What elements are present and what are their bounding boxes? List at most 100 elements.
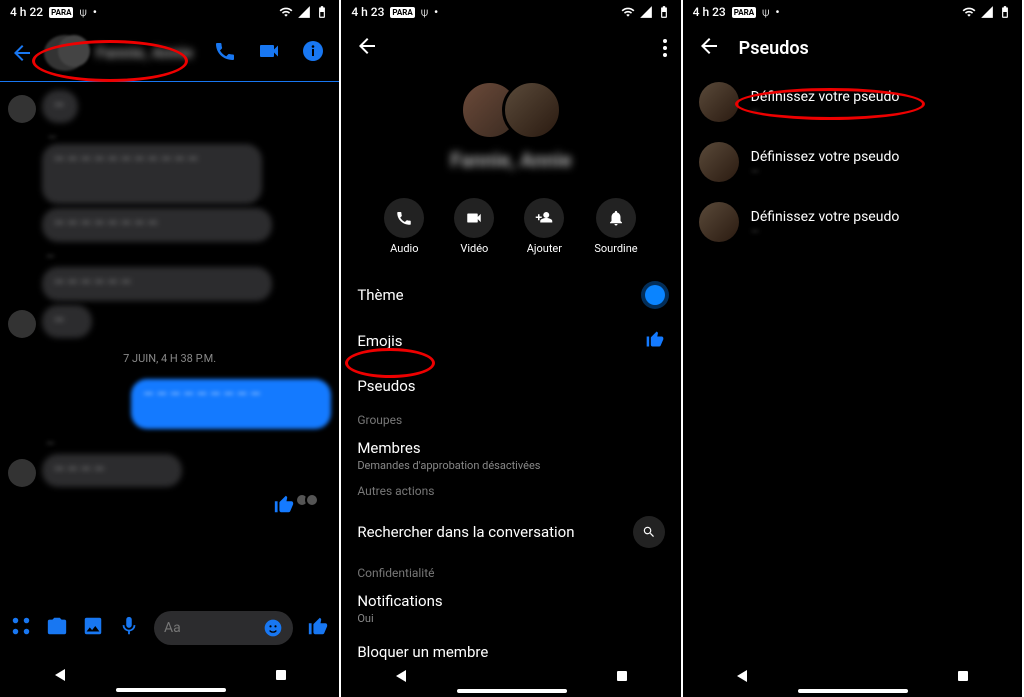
incoming-bubble[interactable]: — bbox=[42, 305, 92, 338]
member-avatar bbox=[699, 142, 739, 182]
outgoing-bubble[interactable]: — — — — — — — — — bbox=[131, 379, 331, 429]
message-avatar[interactable] bbox=[8, 310, 36, 338]
nav-recents[interactable] bbox=[617, 671, 627, 681]
status-dot: • bbox=[93, 5, 97, 19]
nav-back[interactable] bbox=[737, 670, 747, 682]
status-bar: 4 h 23 PARA ⍦ • bbox=[683, 0, 1022, 24]
nickname-row[interactable]: Définissez votre pseudo — bbox=[683, 192, 1022, 252]
thumbs-up-icon bbox=[307, 615, 329, 637]
incoming-bubble[interactable]: — — — — — — — — bbox=[42, 208, 272, 242]
voice-button[interactable] bbox=[118, 615, 140, 641]
nav-back[interactable] bbox=[55, 669, 65, 681]
overflow-menu-button[interactable] bbox=[663, 39, 667, 57]
header-title: Pseudos bbox=[739, 38, 809, 59]
nicknames-header: Pseudos bbox=[683, 24, 1022, 72]
message-avatar[interactable] bbox=[8, 95, 36, 123]
gallery-button[interactable] bbox=[82, 615, 104, 641]
setting-label: Thème bbox=[357, 286, 403, 304]
mic-icon bbox=[118, 615, 140, 637]
nav-home[interactable] bbox=[457, 689, 567, 693]
panel-settings: 4 h 23 PARA ⍦ • Fannie, Annie Audio Vidé… bbox=[341, 0, 682, 697]
action-label: Audio bbox=[390, 242, 418, 255]
setting-nicknames[interactable]: Pseudos bbox=[341, 365, 680, 407]
camera-button[interactable] bbox=[46, 615, 68, 641]
setting-theme[interactable]: Thème bbox=[341, 273, 680, 317]
group-avatar[interactable] bbox=[341, 80, 680, 140]
audio-action[interactable]: Audio bbox=[384, 198, 424, 255]
mute-action[interactable]: Sourdine bbox=[594, 198, 637, 255]
info-icon bbox=[301, 39, 325, 63]
setting-members[interactable]: Membres Demandes d'approbation désactivé… bbox=[341, 433, 680, 478]
nickname-action-label: Définissez votre pseudo bbox=[751, 209, 900, 225]
message-row: — — — — — bbox=[8, 437, 331, 487]
input-placeholder: Aa bbox=[164, 620, 181, 636]
nav-home[interactable] bbox=[116, 688, 226, 692]
action-label: Vidéo bbox=[460, 242, 488, 255]
signal-icon bbox=[980, 5, 994, 19]
emoji-icon[interactable] bbox=[263, 618, 283, 638]
nav-bar bbox=[683, 653, 1022, 697]
status-dot: • bbox=[775, 5, 779, 19]
audio-call-button[interactable] bbox=[213, 39, 237, 67]
nav-recents[interactable] bbox=[276, 670, 286, 680]
add-action[interactable]: Ajouter bbox=[524, 198, 564, 255]
back-button[interactable] bbox=[10, 41, 34, 65]
date-separator: 7 JUIN, 4 H 38 P.M. bbox=[8, 352, 331, 365]
setting-label: Notifications bbox=[357, 592, 442, 610]
phone-icon bbox=[395, 209, 413, 227]
chat-hero: Fannie, Annie bbox=[341, 72, 680, 190]
incoming-bubble[interactable]: — — — — — — bbox=[42, 267, 272, 301]
incoming-bubble[interactable]: — bbox=[42, 90, 78, 123]
nav-bar bbox=[341, 653, 680, 697]
nickname-row[interactable]: Définissez votre pseudo — bbox=[683, 72, 1022, 132]
back-button[interactable] bbox=[355, 34, 379, 62]
chat-title[interactable]: Fannie, Annie bbox=[96, 43, 203, 62]
message-row: — — — — — — — — bbox=[8, 250, 331, 338]
arrow-back-icon bbox=[355, 34, 379, 58]
bell-icon bbox=[607, 209, 625, 227]
chat-header: Fannie, Annie bbox=[0, 24, 339, 82]
message-row: — bbox=[8, 90, 331, 123]
message-row: — — — — — — — — — — — — — — — — — — — bbox=[8, 144, 331, 242]
panel-chat: 4 h 22 PARA ⍦ • Fannie, Annie — bbox=[0, 0, 341, 697]
setting-notifications[interactable]: Notifications Oui bbox=[341, 586, 680, 631]
signal-icon bbox=[297, 5, 311, 19]
chat-body: — — — — — — — — — — — — — — — — — — — — … bbox=[0, 82, 339, 604]
video-action[interactable]: Vidéo bbox=[454, 198, 494, 255]
section-privacy-label: Confidentialité bbox=[341, 560, 680, 586]
nav-home[interactable] bbox=[798, 689, 908, 693]
video-icon bbox=[465, 209, 483, 227]
apps-button[interactable] bbox=[10, 615, 32, 641]
section-other-label: Autres actions bbox=[341, 478, 680, 504]
panel-nicknames: 4 h 23 PARA ⍦ • Pseudos Définissez votre… bbox=[683, 0, 1024, 697]
status-badge: PARA bbox=[390, 7, 414, 18]
video-call-button[interactable] bbox=[257, 39, 281, 67]
incoming-bubble[interactable]: — — — — — — — — — — — bbox=[42, 144, 262, 204]
action-row: Audio Vidéo Ajouter Sourdine bbox=[341, 190, 680, 273]
info-button[interactable] bbox=[301, 39, 325, 67]
nickname-row[interactable]: Définissez votre pseudo — bbox=[683, 132, 1022, 192]
nav-back[interactable] bbox=[396, 670, 406, 682]
theme-dot-icon bbox=[645, 285, 665, 305]
back-button[interactable] bbox=[697, 34, 721, 63]
nav-recents[interactable] bbox=[958, 671, 968, 681]
settings-header bbox=[341, 24, 680, 72]
member-name: — bbox=[751, 165, 900, 175]
incoming-bubble[interactable]: — — — — bbox=[42, 454, 182, 487]
sender-name: — bbox=[48, 131, 331, 144]
status-badge: PARA bbox=[49, 7, 73, 18]
message-avatar[interactable] bbox=[8, 459, 36, 487]
setting-label: Pseudos bbox=[357, 377, 415, 395]
nickname-action-label: Définissez votre pseudo bbox=[751, 89, 900, 105]
chat-avatar[interactable] bbox=[44, 35, 86, 71]
battery-icon bbox=[998, 5, 1012, 19]
setting-label: Rechercher dans la conversation bbox=[357, 523, 574, 541]
grid-icon bbox=[10, 615, 32, 637]
setting-emojis[interactable]: Emojis bbox=[341, 317, 680, 365]
like-button[interactable] bbox=[307, 615, 329, 641]
status-icon: ⍦ bbox=[762, 5, 769, 20]
setting-search[interactable]: Rechercher dans la conversation bbox=[341, 504, 680, 560]
thumbs-up-icon[interactable] bbox=[273, 493, 295, 515]
status-icon: ⍦ bbox=[79, 5, 86, 20]
message-input[interactable]: Aa bbox=[154, 611, 293, 645]
